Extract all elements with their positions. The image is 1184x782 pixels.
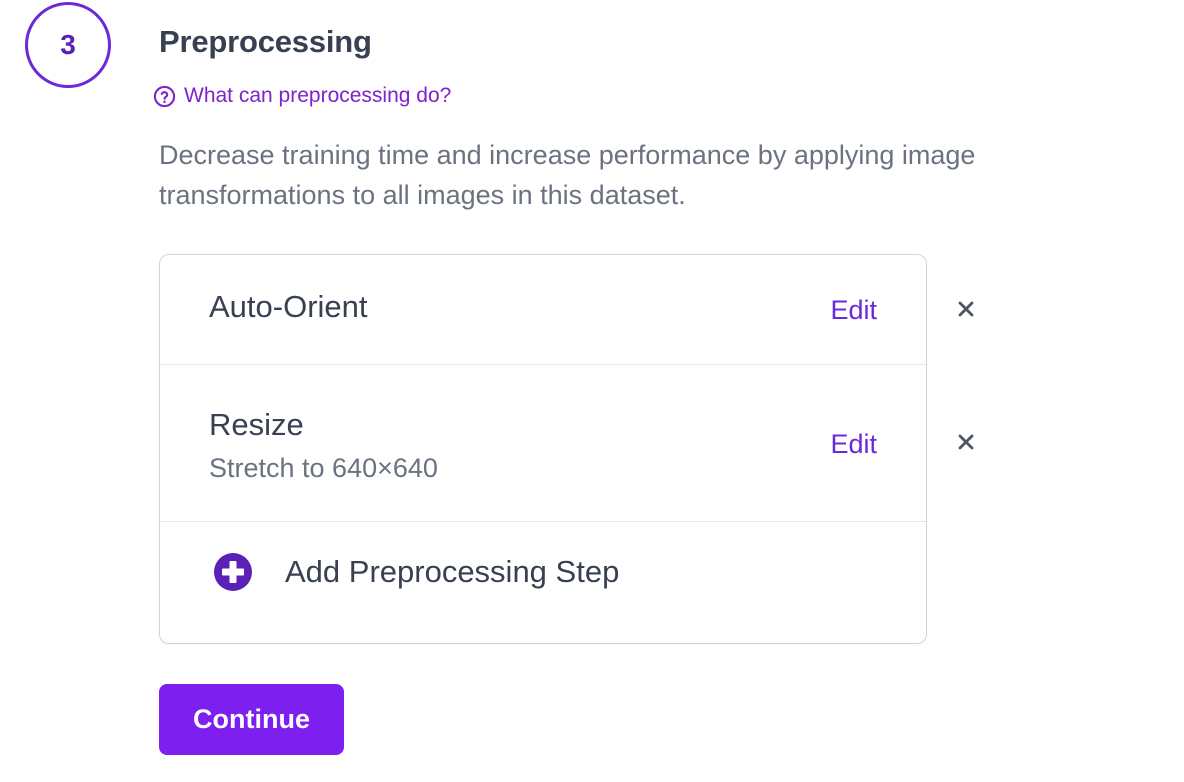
preprocessing-step-row: Resize Stretch to 640×640 Edit <box>160 365 926 522</box>
preprocessing-section: 3 Preprocessing What can preprocessing d… <box>0 0 1184 782</box>
edit-button[interactable]: Edit <box>830 295 877 326</box>
continue-button[interactable]: Continue <box>159 684 344 755</box>
add-step-label: Add Preprocessing Step <box>285 554 620 589</box>
add-preprocessing-step-button[interactable]: Add Preprocessing Step <box>213 552 619 592</box>
step-number: 3 <box>60 29 76 60</box>
help-link[interactable]: What can preprocessing do? <box>153 84 451 108</box>
preprocessing-steps-card: Auto-Orient Edit Resize Stretch to 640×6… <box>159 254 927 644</box>
question-circle-icon <box>153 85 176 108</box>
close-icon <box>958 301 974 317</box>
step-detail: Stretch to 640×640 <box>209 453 438 483</box>
edit-button[interactable]: Edit <box>830 429 877 460</box>
preprocessing-step-row: Auto-Orient Edit <box>160 255 926 365</box>
section-description: Decrease training time and increase perf… <box>159 140 976 210</box>
step-name: Auto-Orient <box>209 289 368 324</box>
remove-step-button[interactable] <box>954 430 978 454</box>
step-name: Resize <box>209 407 304 442</box>
add-step-row: Add Preprocessing Step <box>160 522 926 643</box>
help-link-label: What can preprocessing do? <box>184 84 452 107</box>
section-title: Preprocessing <box>159 24 372 59</box>
plus-circle-icon <box>213 552 253 592</box>
step-number-badge: 3 <box>25 2 111 88</box>
close-icon <box>958 434 974 450</box>
remove-step-button[interactable] <box>954 297 978 321</box>
